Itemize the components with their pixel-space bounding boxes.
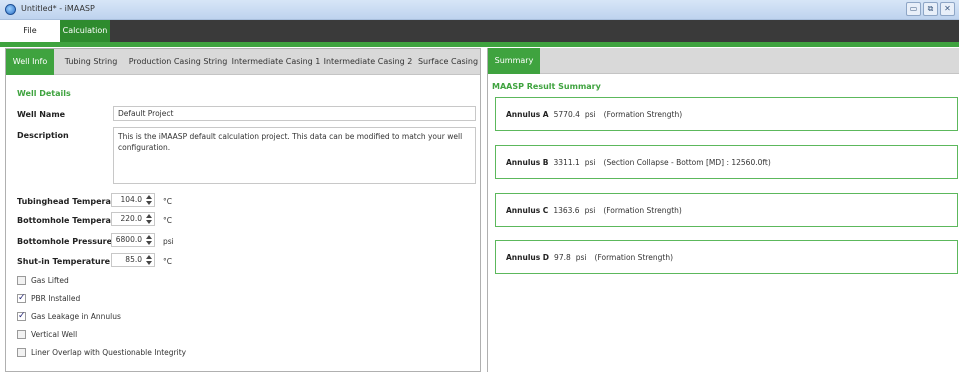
- minimize-button[interactable]: ▭: [906, 2, 921, 16]
- bottomhole-pressure-label: Bottomhole Pressure: [17, 237, 113, 246]
- annulus-b-value: 3311.1: [553, 158, 580, 167]
- pbr-installed-label: PBR Installed: [31, 294, 81, 303]
- annulus-b-result: Annulus B 3311.1 psi (Section Collapse - Bo…: [495, 145, 958, 179]
- annulus-a-value: 5770.4: [553, 110, 580, 119]
- annulus-c-note: (Formation Strength): [603, 206, 682, 215]
- bottomhole-temperature-value: 220.0: [120, 214, 142, 223]
- annulus-c-unit: psi: [584, 206, 596, 215]
- maximize-button[interactable]: ⧉: [923, 2, 938, 16]
- gas-lifted-label: Gas Lifted: [31, 276, 69, 285]
- well-name-label: Well Name: [17, 110, 66, 119]
- close-button[interactable]: ✕: [940, 2, 955, 16]
- annulus-a-unit: psi: [584, 110, 596, 119]
- description-label: Description: [17, 131, 69, 140]
- menu-bar: File Calculation: [0, 20, 959, 42]
- annulus-c-value: 1363.6: [553, 206, 580, 215]
- shut-in-temperature-value: 85.0: [125, 255, 142, 264]
- description-textarea[interactable]: This is the iMAASP default calculation p…: [113, 127, 476, 184]
- bottomhole-pressure-unit: psi: [163, 237, 174, 246]
- spinner-icon[interactable]: [145, 235, 152, 246]
- window-title: Untitled* - iMAASP: [21, 4, 95, 13]
- summary-tab-bar: Summary: [488, 48, 959, 74]
- tab-intermediate-casing-2[interactable]: Intermediate Casing 2: [322, 49, 414, 75]
- gas-leakage-checkbox[interactable]: ✓: [17, 311, 26, 321]
- tubinghead-temperature-input[interactable]: 104.0: [111, 193, 155, 207]
- annulus-b-note: (Section Collapse - Bottom [MD] : 12560.…: [603, 158, 771, 167]
- tab-well-info[interactable]: Well Info: [6, 49, 54, 75]
- bottomhole-temperature-unit: °C: [163, 216, 172, 225]
- app-icon: [5, 4, 16, 15]
- well-details-heading: Well Details: [17, 89, 71, 98]
- pbr-installed-checkbox[interactable]: ✓: [17, 293, 26, 303]
- spinner-icon[interactable]: [145, 255, 152, 266]
- annulus-b-unit: psi: [584, 158, 596, 167]
- tab-summary[interactable]: Summary: [488, 48, 540, 74]
- shut-in-temperature-unit: °C: [163, 257, 172, 266]
- tubinghead-temperature-unit: °C: [163, 197, 172, 206]
- annulus-c-result: Annulus C 1363.6 psi (Formation Strength): [495, 193, 958, 227]
- spinner-icon[interactable]: [145, 195, 152, 206]
- gas-lifted-checkbox[interactable]: [17, 276, 26, 285]
- annulus-a-label: Annulus A: [506, 110, 549, 119]
- checkmark-icon: ✓: [18, 311, 26, 321]
- well-name-input[interactable]: Default Project: [113, 106, 476, 121]
- summary-panel: Summary MAASP Result Summary Annulus A 57…: [487, 48, 959, 372]
- annulus-a-result: Annulus A 5770.4 psi (Formation Strength): [495, 97, 958, 131]
- input-tab-bar: Well Info Tubing String Production Casin…: [6, 49, 480, 75]
- bottomhole-pressure-value: 6800.0: [115, 235, 142, 244]
- liner-overlap-checkbox[interactable]: [17, 348, 26, 357]
- liner-overlap-label: Liner Overlap with Questionable Integrit…: [31, 348, 187, 357]
- tubinghead-temperature-value: 104.0: [120, 195, 142, 204]
- gas-leakage-label: Gas Leakage in Annulus: [31, 312, 121, 321]
- annulus-d-result: Annulus D 97.8 psi (Formation Strength): [495, 240, 958, 274]
- well-input-panel: Well Info Tubing String Production Casin…: [5, 48, 481, 372]
- annulus-a-note: (Formation Strength): [603, 110, 683, 119]
- shut-in-temperature-input[interactable]: 85.0: [111, 253, 155, 267]
- tab-intermediate-casing-1[interactable]: Intermediate Casing 1: [230, 49, 322, 75]
- menu-calculation[interactable]: Calculation: [60, 20, 110, 42]
- bottomhole-temperature-input[interactable]: 220.0: [111, 212, 155, 226]
- vertical-well-checkbox[interactable]: [17, 330, 26, 339]
- checkmark-icon: ✓: [18, 293, 26, 303]
- title-bar: Untitled* - iMAASP ▭ ⧉ ✕: [0, 0, 959, 20]
- annulus-c-label: Annulus C: [506, 206, 549, 215]
- annulus-d-unit: psi: [575, 253, 587, 262]
- shut-in-temperature-label: Shut-in Temperature: [17, 257, 111, 266]
- annulus-b-label: Annulus B: [506, 158, 549, 167]
- tab-surface-casing[interactable]: Surface Casing: [414, 49, 482, 75]
- menu-file[interactable]: File: [0, 20, 60, 42]
- accent-divider: [0, 42, 959, 47]
- bottomhole-pressure-input[interactable]: 6800.0: [111, 233, 155, 247]
- maasp-summary-heading: MAASP Result Summary: [492, 82, 601, 91]
- annulus-d-note: (Formation Strength): [594, 253, 674, 262]
- vertical-well-label: Vertical Well: [31, 330, 78, 339]
- annulus-d-value: 97.8: [554, 253, 571, 262]
- annulus-d-label: Annulus D: [506, 253, 550, 262]
- tab-tubing-string[interactable]: Tubing String: [58, 49, 124, 75]
- tab-production-casing-string[interactable]: Production Casing String: [126, 49, 230, 75]
- spinner-icon[interactable]: [145, 214, 152, 225]
